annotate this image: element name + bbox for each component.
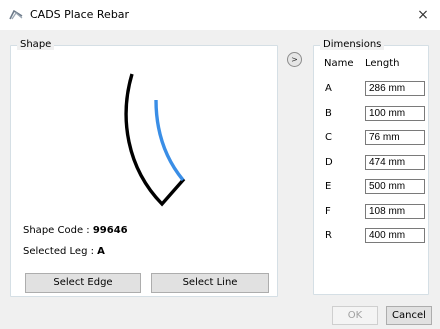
dimension-length-a-input[interactable] — [365, 81, 425, 96]
rebar-shape-preview — [124, 73, 186, 207]
shape-leg-outer — [124, 73, 186, 207]
select-edge-button[interactable]: Select Edge — [25, 273, 141, 293]
dimension-name-c: C — [325, 132, 332, 143]
close-button[interactable]: × — [406, 0, 440, 30]
dimension-name-f: F — [325, 206, 331, 217]
shape-code-line: Shape Code : 99646 — [23, 225, 128, 236]
ok-button[interactable]: OK — [332, 306, 378, 325]
shape-group: Shape Shape Code : 99646 Selected Leg : … — [10, 39, 278, 297]
shape-code-value: 99646 — [92, 225, 128, 236]
cads-rebar-icon — [9, 10, 23, 20]
title-bar: CADS Place Rebar × — [0, 0, 440, 30]
dimensions-header-length: Length — [365, 58, 400, 69]
dimensions-group: Dimensions Name Length A B C D E F R — [313, 39, 429, 295]
shape-leg-selected — [154, 99, 185, 182]
dimension-name-r: R — [325, 230, 332, 241]
dimension-name-b: B — [325, 108, 332, 119]
shape-code-label: Shape Code : — [23, 225, 93, 236]
dimension-length-e-input[interactable] — [365, 179, 425, 194]
dimension-length-r-input[interactable] — [365, 228, 425, 243]
selected-leg-value: A — [97, 246, 105, 257]
dimension-name-d: D — [325, 157, 333, 168]
transfer-arrow-button[interactable]: > — [287, 52, 302, 67]
dimension-length-f-input[interactable] — [365, 204, 425, 219]
selected-leg-label: Selected Leg : — [23, 246, 98, 257]
dimension-name-a: A — [325, 83, 332, 94]
dimension-length-c-input[interactable] — [365, 130, 425, 145]
dimensions-header-name: Name — [324, 58, 354, 69]
dimension-length-d-input[interactable] — [365, 155, 425, 170]
window-title: CADS Place Rebar — [30, 8, 130, 21]
selected-leg-line: Selected Leg : A — [23, 246, 105, 257]
dimension-name-e: E — [325, 181, 332, 192]
dimension-length-b-input[interactable] — [365, 106, 425, 121]
cancel-button[interactable]: Cancel — [386, 306, 432, 325]
dimensions-group-legend: Dimensions — [320, 39, 385, 50]
select-line-button[interactable]: Select Line — [151, 273, 269, 293]
shape-group-legend: Shape — [17, 39, 55, 50]
